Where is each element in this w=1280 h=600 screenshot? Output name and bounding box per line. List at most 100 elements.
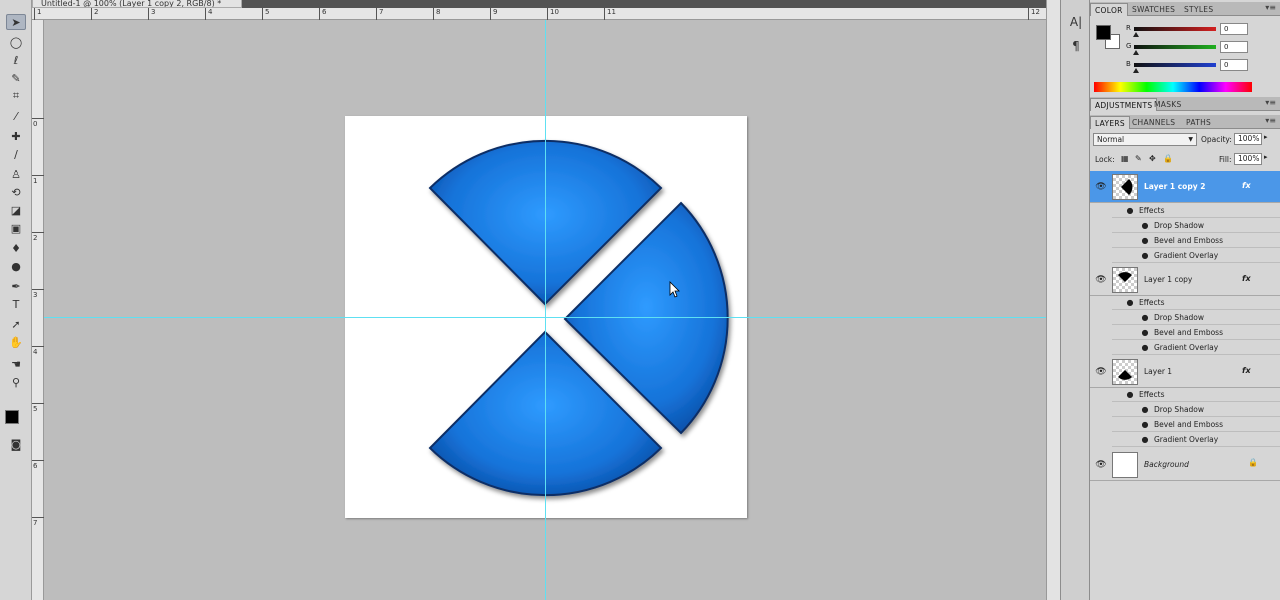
eraser-tool-icon[interactable]: ◪ [6,202,26,218]
fx-icon[interactable]: fx [1242,181,1251,190]
tab-channels[interactable]: CHANNELS [1128,116,1179,129]
effect-row[interactable]: ● Bevel and Emboss [1112,417,1280,432]
effect-row[interactable]: ● Drop Shadow [1112,218,1280,233]
effects-row[interactable]: ● Effects [1112,295,1280,310]
color-spectrum-bar[interactable] [1094,82,1252,92]
layer-row[interactable]: 👁 Background 🔒 [1090,449,1280,481]
lock-position-icon[interactable]: ✥ [1149,154,1156,163]
character-panel-icon[interactable]: A| [1068,14,1084,30]
canvas-area[interactable] [44,20,1046,600]
layer-row[interactable]: 👁 Layer 1 copy fx [1090,264,1280,296]
tab-color[interactable]: COLOR [1090,3,1128,16]
pen-tool-icon[interactable]: ✒ [6,278,26,294]
effect-row[interactable]: ● Bevel and Emboss [1112,233,1280,248]
fx-icon[interactable]: fx [1242,366,1251,375]
lasso-tool-icon[interactable]: ℓ [6,52,26,68]
shape-tool-icon[interactable]: ✋ [6,334,26,350]
panel-menu-icon[interactable]: ▾≡ [1265,3,1276,12]
channel-value-r[interactable]: 0 [1220,23,1248,35]
lock-image-icon[interactable]: ✎ [1135,154,1142,163]
guide-horizontal[interactable] [44,317,1046,318]
hand-tool-icon[interactable]: ☚ [6,356,26,372]
slider-r[interactable] [1134,27,1216,31]
slider-knob-r[interactable] [1133,32,1139,37]
blend-mode-dropdown[interactable]: Normal ▼ [1093,133,1197,146]
history-brush-tool-icon[interactable]: ⟲ [6,184,26,200]
paragraph-panel-icon[interactable]: ¶ [1068,38,1084,54]
slider-g[interactable] [1134,45,1216,49]
panel-menu-icon[interactable]: ▾≡ [1265,116,1276,125]
lock-transparent-icon[interactable]: ▦ [1121,154,1129,163]
eyedropper-tool-icon[interactable]: ⁄ [6,108,26,124]
move-tool-icon[interactable]: ➤ [6,14,26,30]
quick-select-tool-icon[interactable]: ✎ [6,70,26,86]
effect-row[interactable]: ● Gradient Overlay [1112,248,1280,263]
tab-styles[interactable]: STYLES [1180,3,1217,16]
opacity-input[interactable]: 100% [1234,133,1262,145]
lock-all-icon[interactable]: 🔒 [1163,154,1173,163]
effect-row[interactable]: ● Bevel and Emboss [1112,325,1280,340]
marquee-tool-icon[interactable]: ◯ [6,34,26,50]
effect-row[interactable]: ● Gradient Overlay [1112,340,1280,355]
tab-masks[interactable]: MASKS [1150,98,1186,111]
slider-knob-g[interactable] [1133,50,1139,55]
blur-tool-icon[interactable]: ♦ [6,240,26,256]
type-tool-icon[interactable]: T [6,296,26,312]
channel-value-g[interactable]: 0 [1220,41,1248,53]
tab-layers[interactable]: LAYERS [1090,116,1130,129]
effects-row[interactable]: ● Effects [1112,203,1280,218]
eye-icon[interactable]: ● [1140,310,1150,325]
ruler-horizontal[interactable]: 1 2 3 4 5 6 7 8 9 10 11 12 [32,8,1046,20]
slider-knob-b[interactable] [1133,68,1139,73]
eye-icon[interactable]: ● [1140,432,1150,447]
dodge-tool-icon[interactable]: ● [6,258,26,274]
foreground-color-box[interactable] [1096,25,1111,40]
layer-name[interactable]: Layer 1 copy 2 [1144,182,1205,191]
eye-icon[interactable]: ● [1125,295,1135,310]
guide-vertical[interactable] [545,20,546,600]
path-select-tool-icon[interactable]: ➚ [6,316,26,332]
eye-icon[interactable]: ● [1140,233,1150,248]
quick-mask-icon[interactable]: ◙ [6,436,26,452]
layer-row[interactable]: 👁 Layer 1 fx [1090,356,1280,388]
zoom-tool-icon[interactable]: ⚲ [6,374,26,390]
stamp-tool-icon[interactable]: ♙ [6,166,26,182]
tab-adjustments[interactable]: ADJUSTMENTS [1090,98,1158,111]
vertical-scrollbar[interactable] [1046,0,1060,600]
gradient-tool-icon[interactable]: ▣ [6,220,26,236]
effects-row[interactable]: ● Effects [1112,387,1280,402]
eye-icon[interactable]: ● [1140,340,1150,355]
eye-icon[interactable]: ● [1140,248,1150,263]
document-tab[interactable]: Untitled-1 @ 100% (Layer 1 copy 2, RGB/8… [32,0,242,8]
eye-icon[interactable]: 👁 [1094,460,1108,470]
layer-row[interactable]: 👁 Layer 1 copy 2 fx [1090,171,1280,203]
healing-tool-icon[interactable]: ✚ [6,128,26,144]
ruler-vertical[interactable]: 0 1 2 3 4 5 6 7 [32,20,44,600]
eye-icon[interactable]: 👁 [1094,182,1108,192]
panel-menu-icon[interactable]: ▾≡ [1265,98,1276,107]
effect-row[interactable]: ● Gradient Overlay [1112,432,1280,447]
layer-name[interactable]: Layer 1 copy [1144,275,1192,284]
tab-paths[interactable]: PATHS [1182,116,1215,129]
fill-input[interactable]: 100% [1234,153,1262,165]
eye-icon[interactable]: ● [1125,387,1135,402]
fx-icon[interactable]: fx [1242,274,1251,283]
eye-icon[interactable]: ● [1140,325,1150,340]
layer-name[interactable]: Background [1144,460,1189,469]
opacity-slider-icon[interactable]: ▸ [1264,133,1268,141]
brush-tool-icon[interactable]: ∕ [6,146,26,162]
effect-row[interactable]: ● Drop Shadow [1112,402,1280,417]
eye-icon[interactable]: ● [1125,203,1135,218]
foreground-color-swatch[interactable] [5,410,19,424]
eye-icon[interactable]: ● [1140,402,1150,417]
tab-swatches[interactable]: SWATCHES [1128,3,1179,16]
eye-icon[interactable]: 👁 [1094,367,1108,377]
eye-icon[interactable]: 👁 [1094,275,1108,285]
layer-name[interactable]: Layer 1 [1144,367,1172,376]
slider-b[interactable] [1134,63,1216,67]
eye-icon[interactable]: ● [1140,218,1150,233]
effect-row[interactable]: ● Drop Shadow [1112,310,1280,325]
fill-slider-icon[interactable]: ▸ [1264,153,1268,161]
crop-tool-icon[interactable]: ⌗ [6,88,26,104]
eye-icon[interactable]: ● [1140,417,1150,432]
